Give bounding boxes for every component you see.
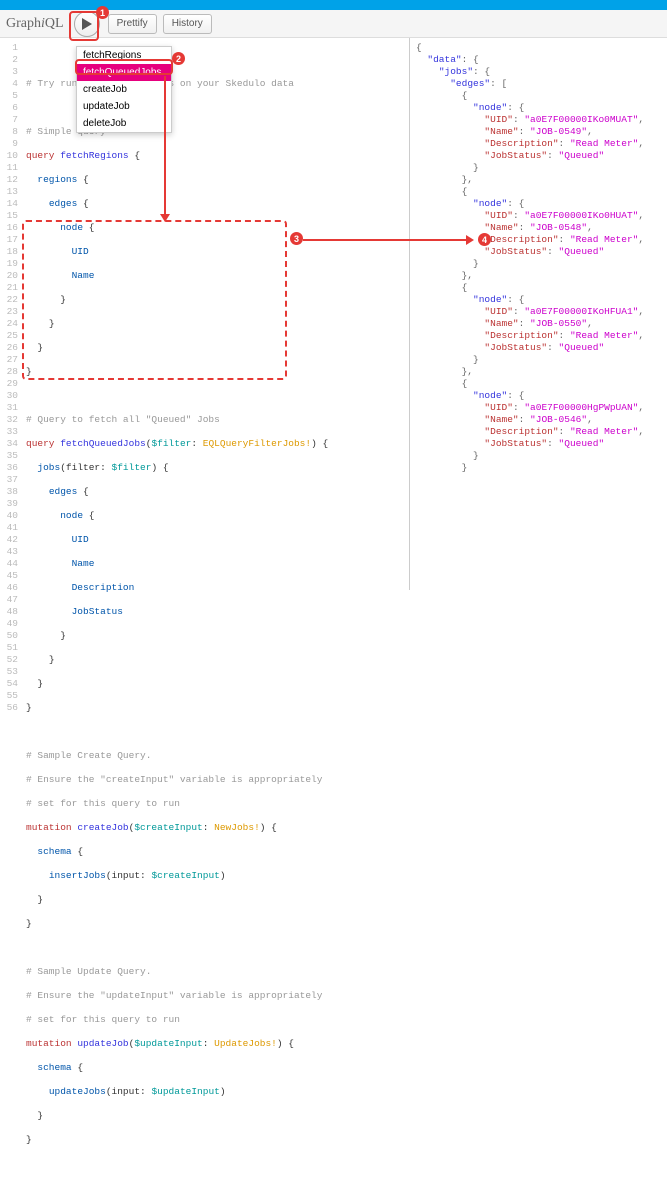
- annotation-box-query: [22, 220, 287, 380]
- prettify-button[interactable]: Prettify: [108, 14, 157, 34]
- annotation-box-menuitem: [75, 59, 173, 75]
- annotation-badge-2: 2: [172, 52, 185, 65]
- annotation-box-play: [69, 11, 99, 41]
- annotation-arrow-2: [303, 239, 468, 241]
- annotation-badge-1: 1: [96, 6, 109, 19]
- annotation-badge-4: 4: [478, 233, 491, 246]
- annotation-badge-3: 3: [290, 232, 303, 245]
- dropdown-item-deletejob[interactable]: deleteJob: [77, 115, 171, 132]
- comment: # Query to fetch all "Queued" Jobs: [26, 414, 220, 425]
- dropdown-item-createjob[interactable]: createJob: [77, 81, 171, 98]
- annotation-arrow-1: [164, 76, 166, 216]
- dropdown-item-updatejob[interactable]: updateJob: [77, 98, 171, 115]
- history-button[interactable]: History: [163, 14, 212, 34]
- result-viewer[interactable]: { "data": { "jobs": { "edges": [ { "node…: [410, 38, 667, 590]
- app-brand: GraphiQL: [6, 16, 64, 32]
- line-gutter: 1234567891011121314151617181920212223242…: [0, 38, 22, 590]
- annotation-arrowhead-2: [466, 235, 474, 245]
